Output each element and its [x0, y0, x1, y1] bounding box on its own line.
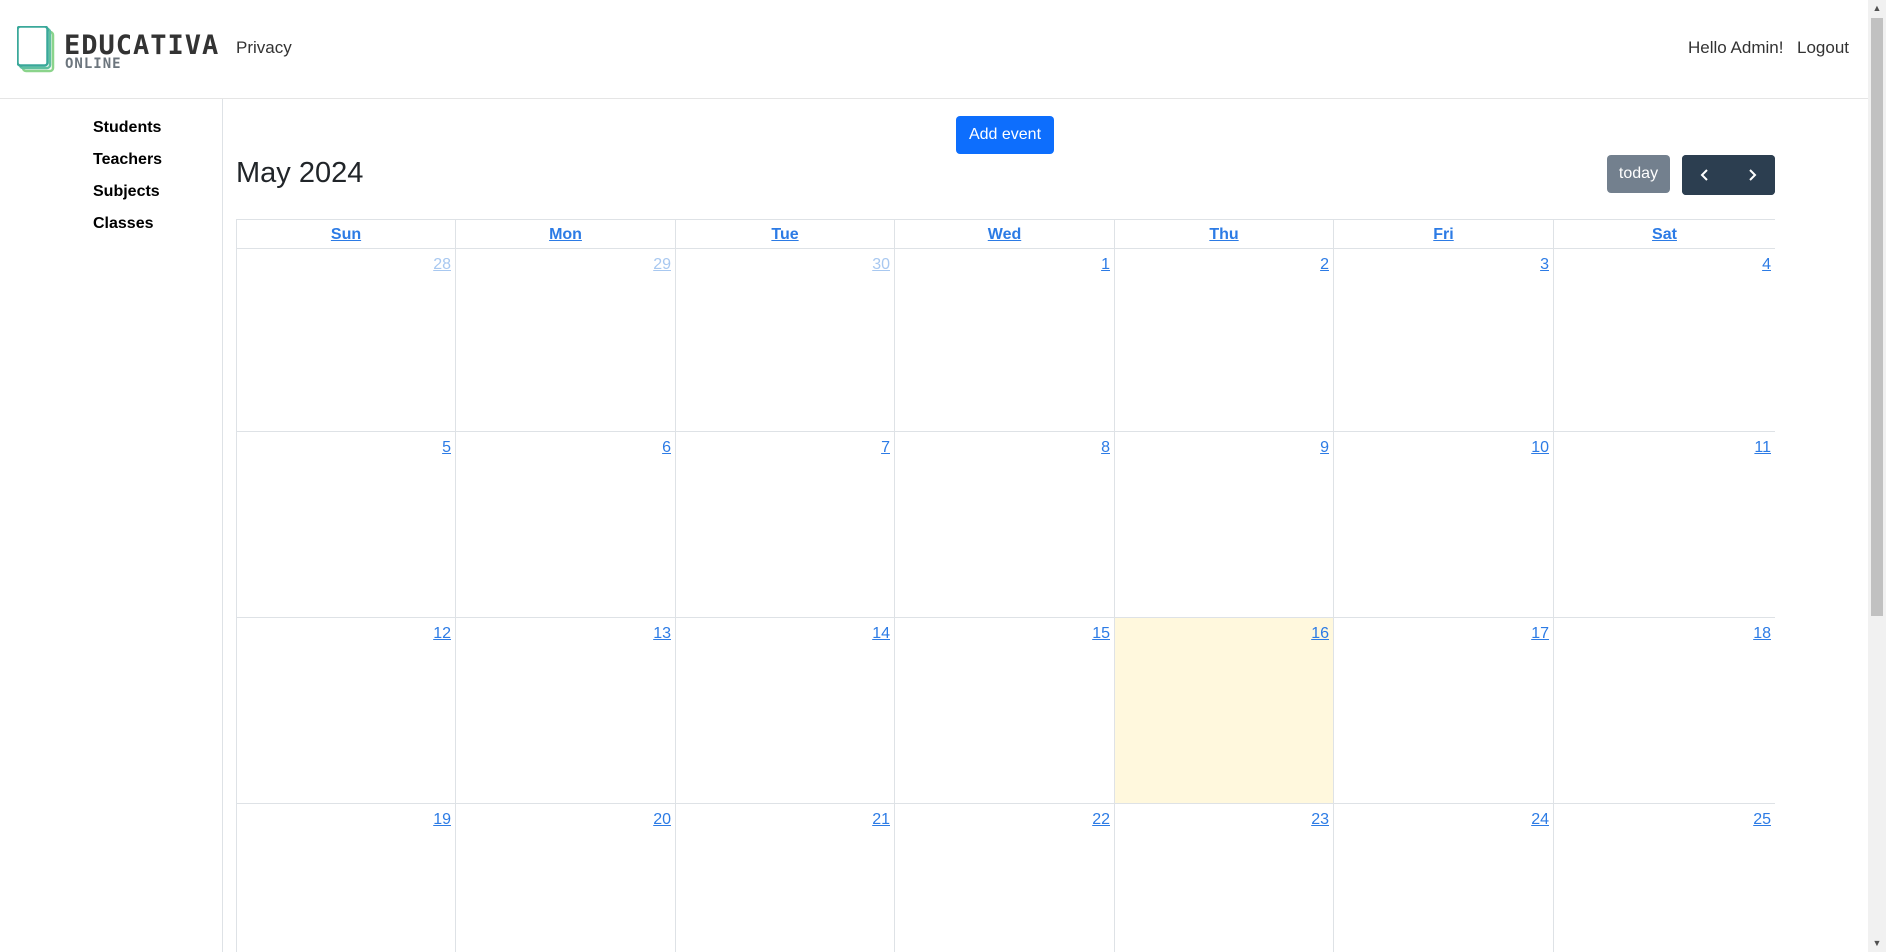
day-number-link[interactable]: 3 [1540, 256, 1549, 274]
day-number-link[interactable]: 8 [1101, 439, 1110, 457]
calendar-day-cell[interactable]: 1 [895, 249, 1115, 431]
today-button[interactable]: today [1607, 155, 1670, 193]
logout-link[interactable]: Logout [1797, 38, 1849, 58]
add-event-button[interactable]: Add event [956, 116, 1054, 154]
calendar-week-row: 12 13 14 15 16 17 18 [237, 618, 1775, 804]
calendar-week-row: 5 6 7 8 9 10 11 [237, 432, 1775, 618]
calendar-day-cell[interactable]: 4 [1554, 249, 1775, 431]
chevron-right-icon [1749, 169, 1757, 181]
day-number-link[interactable]: 1 [1101, 256, 1110, 274]
day-number-link[interactable]: 5 [442, 439, 451, 457]
calendar-day-cell[interactable]: 10 [1334, 432, 1554, 617]
scroll-thumb[interactable] [1871, 18, 1883, 616]
month-nav-group [1682, 155, 1775, 195]
sidebar: Students Teachers Subjects Classes [0, 99, 223, 952]
weekday-header-sun[interactable]: Sun [237, 220, 456, 249]
calendar-day-cell[interactable]: 15 [895, 618, 1115, 803]
calendar-day-cell[interactable]: 18 [1554, 618, 1775, 803]
day-number-link[interactable]: 16 [1311, 625, 1329, 643]
calendar-day-cell[interactable]: 8 [895, 432, 1115, 617]
calendar-day-cell[interactable]: 25 [1554, 804, 1775, 952]
day-number-link[interactable]: 18 [1753, 625, 1771, 643]
calendar-week-row: 28 29 30 1 2 3 4 [237, 249, 1775, 432]
day-number-link[interactable]: 7 [881, 439, 890, 457]
scroll-up-arrow-icon[interactable]: ▲ [1872, 3, 1882, 13]
calendar-header-row: Sun Mon Tue Wed Thu Fri Sat [237, 220, 1775, 249]
day-number-link[interactable]: 21 [872, 811, 890, 829]
calendar-day-cell[interactable]: 20 [456, 804, 676, 952]
prev-month-button[interactable] [1682, 155, 1728, 195]
day-number-link[interactable]: 4 [1762, 256, 1771, 274]
calendar-day-cell[interactable]: 11 [1554, 432, 1775, 617]
day-number-link[interactable]: 6 [662, 439, 671, 457]
month-calendar: Sun Mon Tue Wed Thu Fri Sat 28 29 30 1 2 3 4 5 6 7 8 9 10 1… [236, 219, 1775, 952]
day-number-link[interactable]: 28 [433, 256, 451, 274]
chevron-left-icon [1700, 169, 1708, 181]
sidebar-item-teachers[interactable]: Teachers [93, 151, 162, 169]
day-number-link[interactable]: 10 [1531, 439, 1549, 457]
weekday-header-fri[interactable]: Fri [1334, 220, 1554, 249]
sidebar-item-students[interactable]: Students [93, 119, 161, 137]
calendar-day-cell[interactable]: 5 [237, 432, 456, 617]
calendar-day-cell[interactable]: 14 [676, 618, 895, 803]
day-number-link[interactable]: 24 [1531, 811, 1549, 829]
day-number-link[interactable]: 12 [433, 625, 451, 643]
nav-privacy-link[interactable]: Privacy [236, 38, 292, 58]
calendar-week-row: 19 20 21 22 23 24 25 [237, 804, 1775, 952]
calendar-day-cell-today[interactable]: 16 [1115, 618, 1334, 803]
logo-subtitle: ONLINE [65, 56, 122, 72]
logo[interactable]: EDUCATIVA ONLINE [17, 26, 218, 74]
calendar-day-cell[interactable]: 9 [1115, 432, 1334, 617]
next-month-button[interactable] [1729, 155, 1775, 195]
book-logo-icon [17, 26, 55, 73]
calendar-day-cell[interactable]: 23 [1115, 804, 1334, 952]
day-number-link[interactable]: 17 [1531, 625, 1549, 643]
calendar-day-cell[interactable]: 30 [676, 249, 895, 431]
calendar-day-cell[interactable]: 22 [895, 804, 1115, 952]
top-navbar: EDUCATIVA ONLINE Privacy Hello Admin! Lo… [0, 0, 1868, 99]
calendar-day-cell[interactable]: 6 [456, 432, 676, 617]
weekday-header-wed[interactable]: Wed [895, 220, 1115, 249]
day-number-link[interactable]: 11 [1754, 439, 1771, 457]
day-number-link[interactable]: 20 [653, 811, 671, 829]
day-number-link[interactable]: 22 [1092, 811, 1110, 829]
day-number-link[interactable]: 14 [872, 625, 890, 643]
calendar-day-cell[interactable]: 21 [676, 804, 895, 952]
day-number-link[interactable]: 9 [1320, 439, 1329, 457]
calendar-day-cell[interactable]: 17 [1334, 618, 1554, 803]
sidebar-item-classes[interactable]: Classes [93, 215, 154, 233]
weekday-header-tue[interactable]: Tue [676, 220, 895, 249]
day-number-link[interactable]: 23 [1311, 811, 1329, 829]
calendar-day-cell[interactable]: 3 [1334, 249, 1554, 431]
day-number-link[interactable]: 29 [653, 256, 671, 274]
day-number-link[interactable]: 25 [1753, 811, 1771, 829]
calendar-day-cell[interactable]: 2 [1115, 249, 1334, 431]
day-number-link[interactable]: 19 [433, 811, 451, 829]
calendar-day-cell[interactable]: 7 [676, 432, 895, 617]
calendar-day-cell[interactable]: 29 [456, 249, 676, 431]
scroll-down-arrow-icon[interactable]: ▼ [1872, 938, 1882, 948]
page-scrollbar[interactable]: ▲ ▼ [1868, 0, 1886, 952]
calendar-day-cell[interactable]: 13 [456, 618, 676, 803]
weekday-header-sat[interactable]: Sat [1554, 220, 1775, 249]
calendar-day-cell[interactable]: 12 [237, 618, 456, 803]
calendar-day-cell[interactable]: 24 [1334, 804, 1554, 952]
calendar-day-cell[interactable]: 28 [237, 249, 456, 431]
calendar-title: May 2024 [236, 157, 364, 189]
calendar-day-cell[interactable]: 19 [237, 804, 456, 952]
greeting-link[interactable]: Hello Admin! [1688, 38, 1783, 58]
weekday-header-mon[interactable]: Mon [456, 220, 676, 249]
day-number-link[interactable]: 30 [872, 256, 890, 274]
day-number-link[interactable]: 15 [1092, 625, 1110, 643]
sidebar-item-subjects[interactable]: Subjects [93, 183, 160, 201]
weekday-header-thu[interactable]: Thu [1115, 220, 1334, 249]
day-number-link[interactable]: 2 [1320, 256, 1329, 274]
day-number-link[interactable]: 13 [653, 625, 671, 643]
